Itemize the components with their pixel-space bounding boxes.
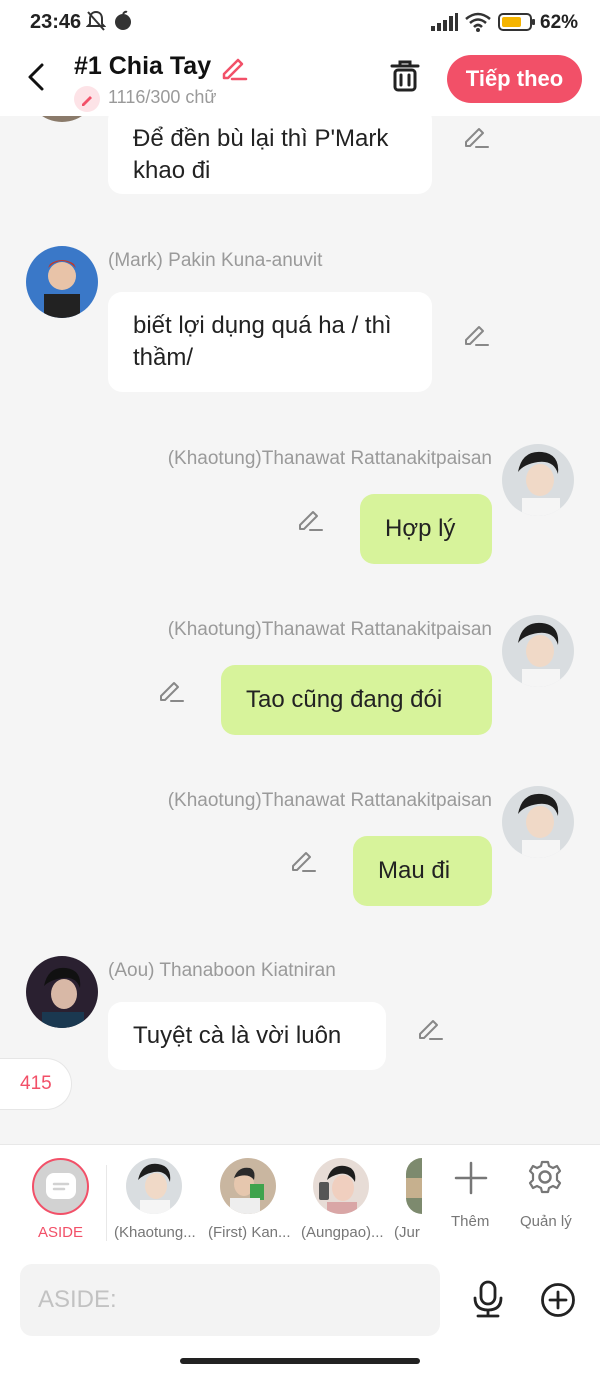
aside-label: ASIDE [38,1224,84,1241]
chat-title: #1 Chia Tay [74,52,212,80]
edit-message-pencil-icon[interactable] [462,122,490,150]
chat-icon [46,1173,76,1199]
edit-title-button[interactable] [218,52,248,87]
plus-icon[interactable] [454,1161,488,1200]
sender-name: (Khaotung)Thanawat Rattanakitpaisan [167,448,492,469]
battery-icon [498,12,536,37]
edit-message-pencil-icon[interactable] [157,676,185,704]
message-bubble[interactable]: Tao cũng đang đói [221,665,492,735]
status-bar: 23:46 62% [0,0,600,44]
avatar-mark [26,246,98,318]
bell-muted-icon [85,10,107,37]
edit-message-pencil-icon[interactable] [416,1014,444,1042]
avatar-aou [26,956,98,1028]
trash-icon [390,60,420,92]
sender-name: (Mark) Pakin Kuna-anuvit [108,250,323,271]
chat-area[interactable]: Để đền bù lại thì P'Mark khao đi (Mark) … [0,116,600,1144]
message-bubble[interactable]: Hợp lý [360,494,492,564]
signal-icon [430,12,458,37]
divider [106,1165,107,1241]
character-name: (Aungpao)... [301,1224,384,1241]
word-count-pencil-icon [74,86,100,112]
edit-message-pencil-icon[interactable] [462,320,490,348]
avatar-khaotung [502,615,574,687]
back-arrow-icon [28,63,44,91]
sender-name: (Khaotung)Thanawat Rattanakitpaisan [167,619,492,640]
avatar-khaotung [502,444,574,516]
sender-name: (Aou) Thanaboon Kiatniran [108,960,336,981]
input-bar [0,1252,600,1375]
header: #1 Chia Tay 1116/300 chữ Tiếp theo [0,44,600,116]
pencil-icon [222,58,248,81]
manage-label[interactable]: Quản lý [520,1213,572,1230]
wifi-icon [464,11,492,38]
message-count-badge[interactable]: 415 [0,1058,72,1110]
message-bubble[interactable]: Mau đi [353,836,492,906]
home-indicator[interactable] [180,1358,420,1364]
back-button[interactable] [22,60,52,94]
gear-icon[interactable] [527,1159,563,1200]
plus-circle-icon[interactable] [540,1282,576,1323]
character-avatar[interactable] [313,1158,369,1214]
aside-button[interactable] [32,1158,89,1215]
character-name: (First) Kan... [208,1224,291,1241]
edit-message-pencil-icon[interactable] [289,846,317,874]
character-avatar[interactable] [126,1158,182,1214]
character-name: (Jur [394,1224,420,1241]
message-bubble[interactable]: biết lợi dụng quá ha / thì thầm/ [108,292,432,392]
avatar [26,116,98,122]
character-avatar[interactable] [406,1158,422,1214]
message-bubble[interactable]: Tuyệt cà là vời luôn [108,1002,386,1070]
avatar-khaotung [502,786,574,858]
character-bar: ASIDE (Khaotung... (First) Kan... (Aungp… [0,1144,600,1252]
app-notification-icon [112,10,134,37]
word-count: 1116/300 chữ [108,87,217,107]
next-button[interactable]: Tiếp theo [447,55,582,103]
sender-name: (Khaotung)Thanawat Rattanakitpaisan [167,790,492,811]
message-bubble[interactable]: Để đền bù lại thì P'Mark khao đi [108,116,432,194]
microphone-icon[interactable] [470,1280,506,1325]
status-time: 23:46 [30,11,82,33]
delete-button[interactable] [388,58,422,94]
character-name: (Khaotung... [114,1224,196,1241]
battery-percent: 62% [540,12,579,33]
message-input[interactable] [20,1264,440,1336]
edit-message-pencil-icon[interactable] [296,505,324,533]
character-avatar[interactable] [220,1158,276,1214]
add-character-label[interactable]: Thêm [451,1213,489,1230]
